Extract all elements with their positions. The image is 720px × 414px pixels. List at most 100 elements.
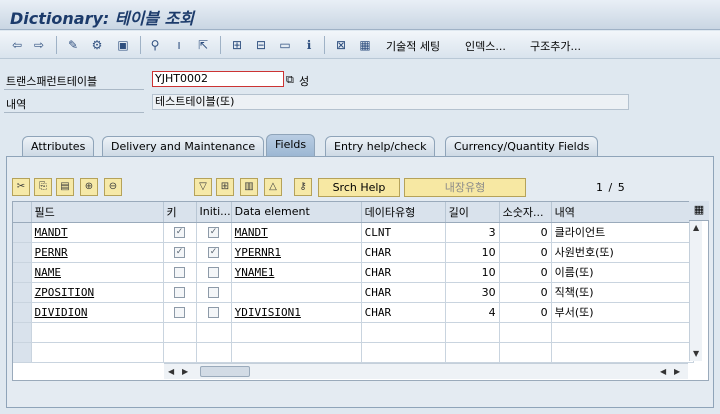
data-type-cell[interactable]: CLNT — [361, 222, 446, 243]
where-used-icon[interactable]: ⇱ — [194, 36, 212, 54]
row-selector[interactable] — [13, 222, 32, 243]
table-row[interactable]: ZPOSITION CHAR 30 0 직책(또) — [13, 282, 694, 303]
field-name-cell[interactable]: PERNR — [31, 242, 164, 263]
table-row[interactable]: MANDT ✓ ✓ MANDT CLNT 3 0 클라이언트 — [13, 222, 694, 243]
data-element-cell[interactable] — [231, 282, 362, 303]
tab-fields[interactable]: Fields — [266, 134, 316, 156]
initial-checkbox[interactable] — [196, 262, 232, 283]
search-help-button[interactable]: Srch Help — [318, 178, 400, 197]
scroll-left-icon[interactable]: ◀ — [168, 367, 174, 376]
print-icon[interactable]: ⊟ — [252, 36, 270, 54]
column-settings-icon[interactable]: ▦ — [689, 201, 709, 221]
column-header-length[interactable]: 길이 — [445, 202, 500, 223]
scroll-right-icon[interactable]: ▶ — [674, 367, 680, 376]
sort-icon[interactable]: △ — [264, 178, 282, 196]
description-field[interactable]: 테스트테이블(또) — [152, 94, 629, 110]
details-icon[interactable]: ▥ — [240, 178, 258, 196]
initial-checkbox[interactable] — [196, 282, 232, 303]
field-name-cell[interactable]: MANDT — [31, 222, 164, 243]
structure-icon[interactable]: ⊞ — [228, 36, 246, 54]
description-cell[interactable]: 사원번호(또) — [551, 242, 694, 263]
tab-delivery-maintenance[interactable]: Delivery and Maintenance — [102, 136, 265, 156]
description-cell[interactable]: 직책(또) — [551, 282, 694, 303]
empty-cell[interactable] — [361, 322, 446, 343]
insert-row-icon[interactable]: ⊕ — [80, 178, 98, 196]
horizontal-scrollbar[interactable]: ◀ ▶ ◀ ▶ — [164, 363, 688, 379]
data-type-cell[interactable]: CHAR — [361, 242, 446, 263]
key-checkbox[interactable] — [163, 302, 197, 323]
column-header-data-element[interactable]: Data element — [231, 202, 362, 223]
scroll-up-icon[interactable]: ▲ — [693, 223, 699, 232]
description-cell[interactable]: 이름(또) — [551, 262, 694, 283]
column-header-data-type[interactable]: 데이타유형 — [361, 202, 446, 223]
initial-checkbox[interactable] — [196, 302, 232, 323]
row-selector[interactable] — [13, 262, 32, 283]
length-cell[interactable]: 10 — [445, 262, 500, 283]
fields-icon[interactable]: ⊠ — [332, 36, 350, 54]
key-checkbox[interactable] — [163, 262, 197, 283]
arrow-right-icon[interactable]: ⇨ — [30, 36, 48, 54]
indexes-button[interactable]: 인덱스... — [465, 38, 506, 54]
row-selector[interactable] — [13, 282, 32, 303]
data-type-cell[interactable]: CHAR — [361, 282, 446, 303]
decimals-cell[interactable]: 0 — [499, 242, 552, 263]
field-name-cell[interactable]: DIVIDION — [31, 302, 164, 323]
field-name-cell[interactable]: NAME — [31, 262, 164, 283]
data-element-cell[interactable]: YDIVISION1 — [231, 302, 362, 323]
tab-currency-quantity-fields[interactable]: Currency/Quantity Fields — [445, 136, 599, 156]
empty-cell[interactable] — [31, 322, 164, 343]
append-structure-button[interactable]: 구조추가... — [530, 38, 581, 54]
empty-cell[interactable] — [196, 342, 232, 363]
empty-cell[interactable] — [499, 342, 552, 363]
table-row[interactable]: DIVIDION YDIVISION1 CHAR 4 0 부서(또) — [13, 302, 694, 323]
empty-cell[interactable] — [231, 342, 362, 363]
empty-cell[interactable] — [163, 322, 197, 343]
technical-settings-button[interactable]: 기술적 세팅 — [386, 38, 440, 54]
empty-cell[interactable] — [499, 322, 552, 343]
vertical-scrollbar[interactable]: ▲ ▼ — [689, 221, 702, 361]
table-row[interactable]: PERNR ✓ ✓ YPERNR1 CHAR 10 0 사원번호(또) — [13, 242, 694, 263]
data-element-cell[interactable]: YPERNR1 — [231, 242, 362, 263]
field-name-cell[interactable]: ZPOSITION — [31, 282, 164, 303]
info-icon[interactable]: ℹ — [300, 36, 318, 54]
length-cell[interactable]: 30 — [445, 282, 500, 303]
tab-attributes[interactable]: Attributes — [22, 136, 95, 156]
data-type-cell[interactable]: CHAR — [361, 262, 446, 283]
initial-checkbox[interactable]: ✓ — [196, 222, 232, 243]
length-cell[interactable]: 4 — [445, 302, 500, 323]
description-cell[interactable]: 클라이언트 — [551, 222, 694, 243]
length-cell[interactable]: 3 — [445, 222, 500, 243]
data-element-cell[interactable]: YNAME1 — [231, 262, 362, 283]
scroll-left-icon[interactable]: ◀ — [660, 367, 666, 376]
table-row-empty[interactable] — [13, 322, 694, 343]
delete-row-icon[interactable]: ⊖ — [104, 178, 122, 196]
copy-icon[interactable]: ⧉ — [286, 73, 294, 87]
decimals-cell[interactable]: 0 — [499, 262, 552, 283]
filter-icon[interactable]: ▽ — [194, 178, 212, 196]
column-header-field[interactable]: 필드 — [31, 202, 164, 223]
tab-entry-help-check[interactable]: Entry help/check — [325, 136, 436, 156]
decimals-cell[interactable]: 0 — [499, 282, 552, 303]
select-all-icon[interactable]: ⊞ — [216, 178, 234, 196]
row-selector-header[interactable] — [13, 202, 32, 223]
length-cell[interactable]: 10 — [445, 242, 500, 263]
table-name-field[interactable]: YJHT0002 — [152, 71, 284, 87]
paste-icon[interactable]: ▤ — [56, 178, 74, 196]
scroll-right-icon[interactable]: ▶ — [182, 367, 188, 376]
empty-cell[interactable] — [31, 342, 164, 363]
window-icon[interactable]: ▭ — [276, 36, 294, 54]
empty-cell[interactable] — [361, 342, 446, 363]
empty-cell[interactable] — [445, 342, 500, 363]
key-checkbox[interactable] — [163, 282, 197, 303]
column-header-description[interactable]: 내역 — [551, 202, 694, 223]
display-change-icon[interactable]: ⚙ — [88, 36, 106, 54]
row-selector[interactable] — [13, 322, 32, 343]
edit-pen-icon[interactable]: ✎ — [64, 36, 82, 54]
empty-cell[interactable] — [445, 322, 500, 343]
row-selector[interactable] — [13, 302, 32, 323]
description-cell[interactable]: 부서(또) — [551, 302, 694, 323]
column-header-initial[interactable]: Initi... — [196, 202, 232, 223]
copy-row-icon[interactable]: ⎘ — [34, 178, 52, 196]
empty-cell[interactable] — [551, 322, 694, 343]
activate-icon[interactable]: ı — [170, 36, 188, 54]
